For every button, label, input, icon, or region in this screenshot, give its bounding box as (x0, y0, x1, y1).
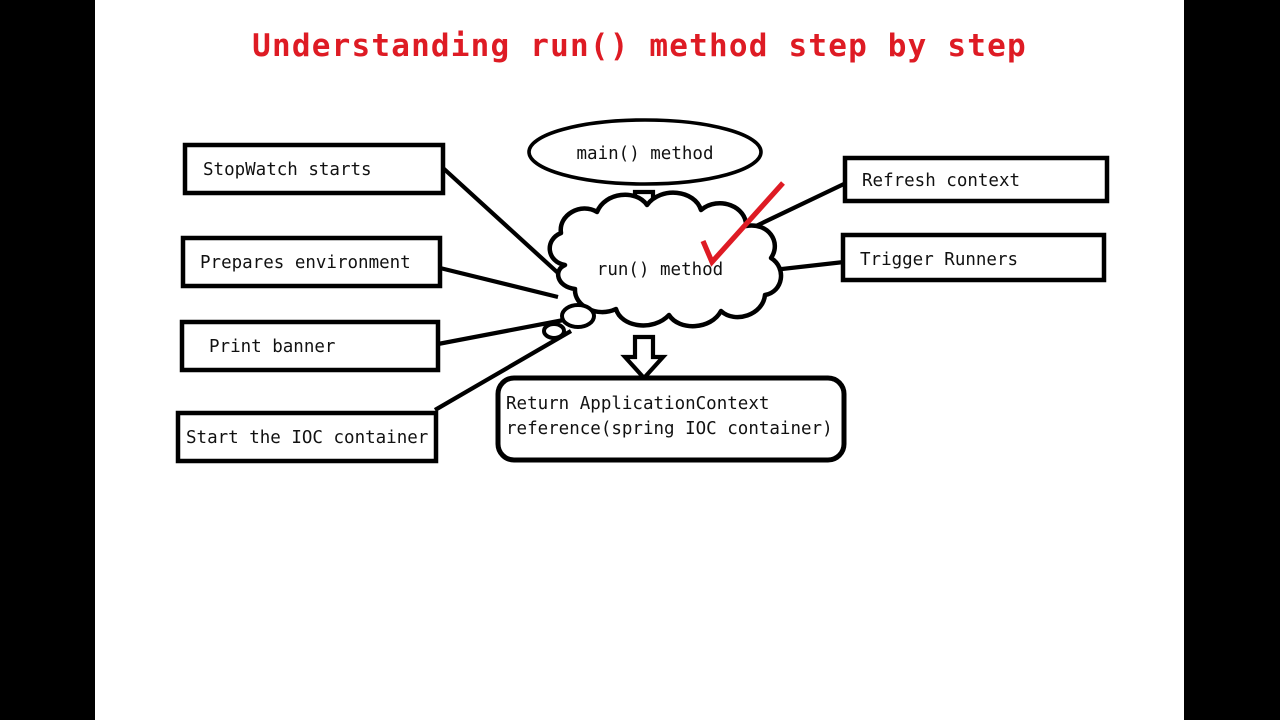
right-step-1-label: Refresh context (862, 171, 1020, 191)
left-step-4-label: Start the IOC container (186, 428, 428, 448)
right-step-2-label: Trigger Runners (860, 250, 1018, 270)
left-step-2-label: Prepares environment (200, 253, 411, 273)
left-step-2[interactable]: Prepares environment (180, 235, 443, 289)
slide-stage: Understanding run() method step by step (0, 0, 1280, 720)
left-step-3-label: Print banner (209, 337, 335, 357)
connector-stopwatch-to-run (441, 166, 571, 285)
slide-canvas: Understanding run() method step by step (95, 0, 1184, 720)
return-context-line2: reference(spring IOC container) (506, 419, 833, 439)
diagram-svg: main() method run() method StopWatch sta… (175, 118, 1110, 464)
node-main-method: main() method (527, 118, 763, 186)
letterbox-right (1184, 0, 1280, 720)
letterbox-left (0, 0, 95, 720)
down-arrow-icon-2 (620, 334, 668, 382)
return-context-box[interactable]: Return ApplicationContext reference(spri… (495, 375, 847, 463)
connector-prepares-to-run (439, 265, 559, 300)
left-step-1[interactable]: StopWatch starts (182, 142, 446, 196)
arrow-run-to-return (620, 334, 668, 382)
cloud-bubble-large (560, 303, 596, 329)
node-run-method: run() method (542, 190, 784, 340)
cloud-bubble-small (542, 322, 566, 340)
run-method-label: run() method (597, 260, 723, 280)
right-step-2[interactable]: Trigger Runners (840, 232, 1107, 283)
left-step-1-label: StopWatch starts (203, 160, 372, 180)
return-context-line1: Return ApplicationContext (506, 394, 769, 414)
main-method-label: main() method (577, 144, 714, 164)
right-step-1[interactable]: Refresh context (842, 155, 1110, 204)
left-step-4[interactable]: Start the IOC container (175, 410, 439, 464)
left-step-3[interactable]: Print banner (179, 319, 441, 373)
